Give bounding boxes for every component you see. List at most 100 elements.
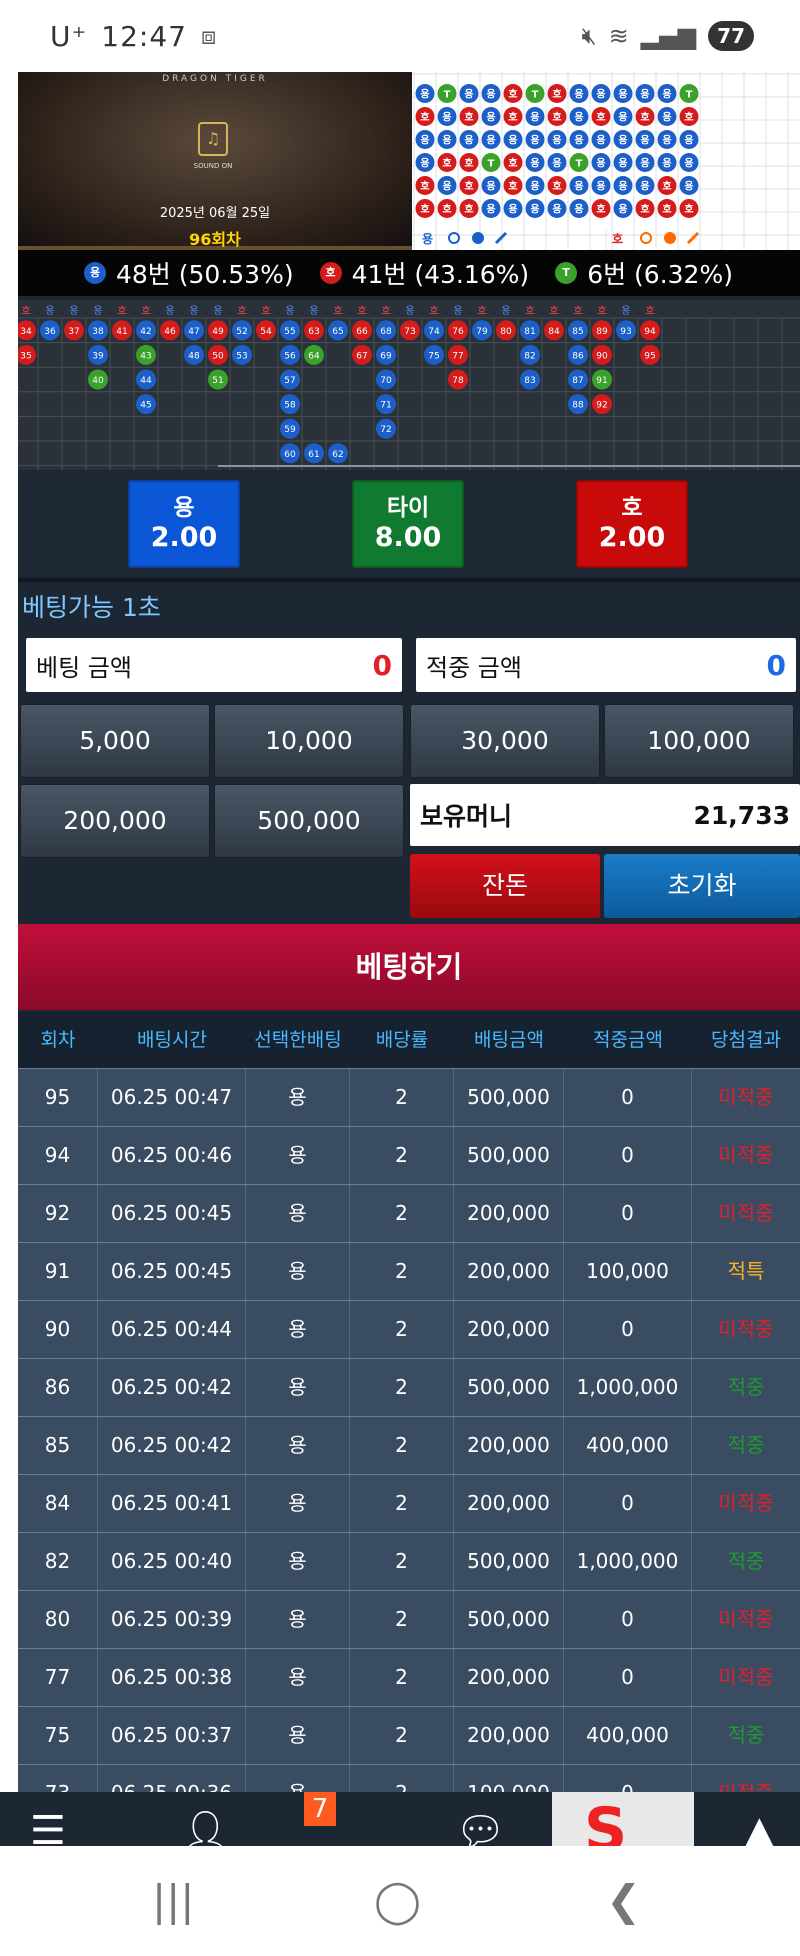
chat-icon[interactable]: 💬︎ [455, 1808, 506, 1846]
reset-button[interactable]: 초기화 [604, 854, 800, 918]
table-cell: 용 [246, 1707, 350, 1764]
bead-label: 호 [508, 157, 517, 170]
bead-label: 용 [596, 89, 605, 101]
road-header-label: 호 [237, 305, 246, 317]
road-mark-label: 39 [92, 351, 104, 361]
legend-marker-icon [472, 232, 484, 244]
bead-label: 용 [684, 158, 693, 170]
wifi-icon: ≋ [608, 22, 629, 50]
road-header-label: 호 [429, 305, 438, 317]
road-mark-label: 66 [356, 327, 368, 337]
bead-label: 용 [552, 135, 561, 147]
recent-apps-icon[interactable]: ||| [152, 1876, 194, 1925]
table-cell: 용 [246, 1475, 350, 1532]
bead-label: 용 [640, 158, 649, 170]
scroll-top-icon[interactable]: ▲ [744, 1808, 775, 1846]
road-mark-label: 67 [356, 351, 367, 361]
road-mark-label: 92 [596, 401, 607, 411]
road-mark-label: 36 [44, 327, 56, 337]
table-cell: 06.25 00:46 [98, 1127, 246, 1184]
road-mark-label: 93 [620, 327, 631, 337]
table-cell: 200,000 [454, 1301, 564, 1358]
round-number: 96회차 [189, 230, 241, 249]
table-body: 95 06.25 00:47 용 2 500,000 0 미적중 94 06.25 00:46 용… [18, 1068, 800, 1792]
sound-icon[interactable]: ♫ [198, 122, 228, 156]
road-mark-label: 48 [188, 351, 200, 361]
road-mark-label: 62 [332, 450, 343, 460]
big-road-grid: 호 용 용 용 호 호 용 용 용 호 호 용 용 호 호 호 용 호 용 호 용 호 호 호 호 용 호 34 35 36 37 38 39 4… [18, 305, 800, 470]
column-header: 적중금액 [593, 1029, 663, 1051]
table-cell: 미적중 [692, 1765, 800, 1792]
table-cell: 용 [246, 1649, 350, 1706]
table-cell: 적특 [727, 1259, 765, 1283]
road-mark-label: 37 [68, 327, 79, 337]
bead-label: 용 [530, 135, 539, 147]
notification-badge[interactable]: 7 [304, 1792, 336, 1826]
table-cell: 미적중 [718, 1665, 774, 1689]
road-header-label: 호 [525, 305, 534, 317]
bead-label: T [576, 159, 583, 170]
column-header: 배당률 [375, 1029, 429, 1051]
road-mark-label: 57 [284, 376, 295, 386]
tie-dot-icon: T [555, 262, 578, 284]
bead-label: 용 [486, 204, 495, 216]
bead-label: 호 [640, 111, 649, 124]
place-bet-button[interactable]: 베팅하기 [18, 924, 800, 1010]
user-icon[interactable]: 👤︎ [180, 1808, 231, 1846]
bet-choices: 용 2.00 타이 8.00 호 2.00 [18, 470, 800, 574]
road-mark-label: 85 [572, 327, 583, 337]
table-cell: 용 [246, 1127, 350, 1184]
bead-road-grid: 용 T 용 용 호 T 호 용 용 용 용 용 T호 용 호 용 호 용 호 용 호 용 호 용 호용 용 용 용 용 용 용 용 용 용 용 용 용용… [412, 72, 800, 250]
live-video[interactable]: DRAGON TIGER ♫ SOUND ON 2025년 06월 25일 96… [18, 72, 412, 250]
back-icon[interactable]: ❮ [606, 1876, 641, 1925]
bead-label: 용 [530, 158, 539, 170]
chip-30000-button[interactable]: 30,000 [410, 704, 600, 778]
bead-label: 호 [552, 180, 561, 193]
promo-banner[interactable]: S [552, 1792, 694, 1846]
tiger-label: 호 [621, 495, 643, 521]
table-cell: 2 [350, 1649, 454, 1706]
table-cell: 2 [350, 1533, 454, 1590]
table-cell: 94 [18, 1127, 98, 1184]
chip-5000-button[interactable]: 5,000 [20, 704, 210, 778]
chip-10000-button[interactable]: 10,000 [214, 704, 404, 778]
bead-label: T [488, 159, 495, 170]
dragon-bet-button[interactable]: 용 2.00 [128, 480, 240, 568]
road-mark-label: 64 [308, 351, 320, 361]
bet-amount-value: 0 [372, 648, 392, 682]
table-cell: 용 [246, 1185, 350, 1242]
chip-200000-button[interactable]: 200,000 [20, 784, 210, 858]
table-cell: 미적중 [718, 1607, 774, 1631]
battery-badge: 77 [708, 21, 754, 51]
table-cell: 86 [18, 1359, 98, 1416]
table-cell: 500,000 [454, 1069, 564, 1126]
screenshot-icon: ⧈ [200, 22, 217, 50]
column-header: 당첨결과 [711, 1029, 781, 1051]
bead-label: 용 [618, 135, 627, 147]
table-cell: 200,000 [454, 1185, 564, 1242]
bead-label: 호 [464, 180, 473, 193]
road-mark-label: 41 [116, 327, 127, 337]
betting-available: 베팅가능 1초 [22, 593, 161, 622]
road-mark-label: 73 [404, 327, 415, 337]
chip-500000-button[interactable]: 500,000 [214, 784, 404, 858]
change-button[interactable]: 잔돈 [410, 854, 600, 918]
road-header-label: 호 [333, 305, 342, 317]
tie-odds: 8.00 [374, 522, 442, 553]
tiger-bet-button[interactable]: 호 2.00 [576, 480, 688, 568]
bead-label: 용 [530, 181, 539, 193]
home-icon[interactable]: ◯ [374, 1876, 421, 1925]
road-mark-label: 53 [236, 351, 247, 361]
table-cell: 미적중 [718, 1143, 774, 1167]
road-mark-label: 52 [236, 327, 247, 337]
balance-box: 보유머니 21,733 [410, 784, 800, 846]
table-cell: 73 [18, 1765, 98, 1792]
bead-label: 용 [442, 135, 451, 147]
road-mark-label: 88 [572, 401, 584, 411]
road-mark-label: 43 [140, 351, 151, 361]
chip-100000-button[interactable]: 100,000 [604, 704, 794, 778]
tie-bet-button[interactable]: 타이 8.00 [352, 480, 464, 568]
bead-label: 호 [596, 203, 605, 216]
menu-icon[interactable]: ☰ [30, 1808, 66, 1846]
table-cell: 06.25 00:40 [98, 1533, 246, 1590]
